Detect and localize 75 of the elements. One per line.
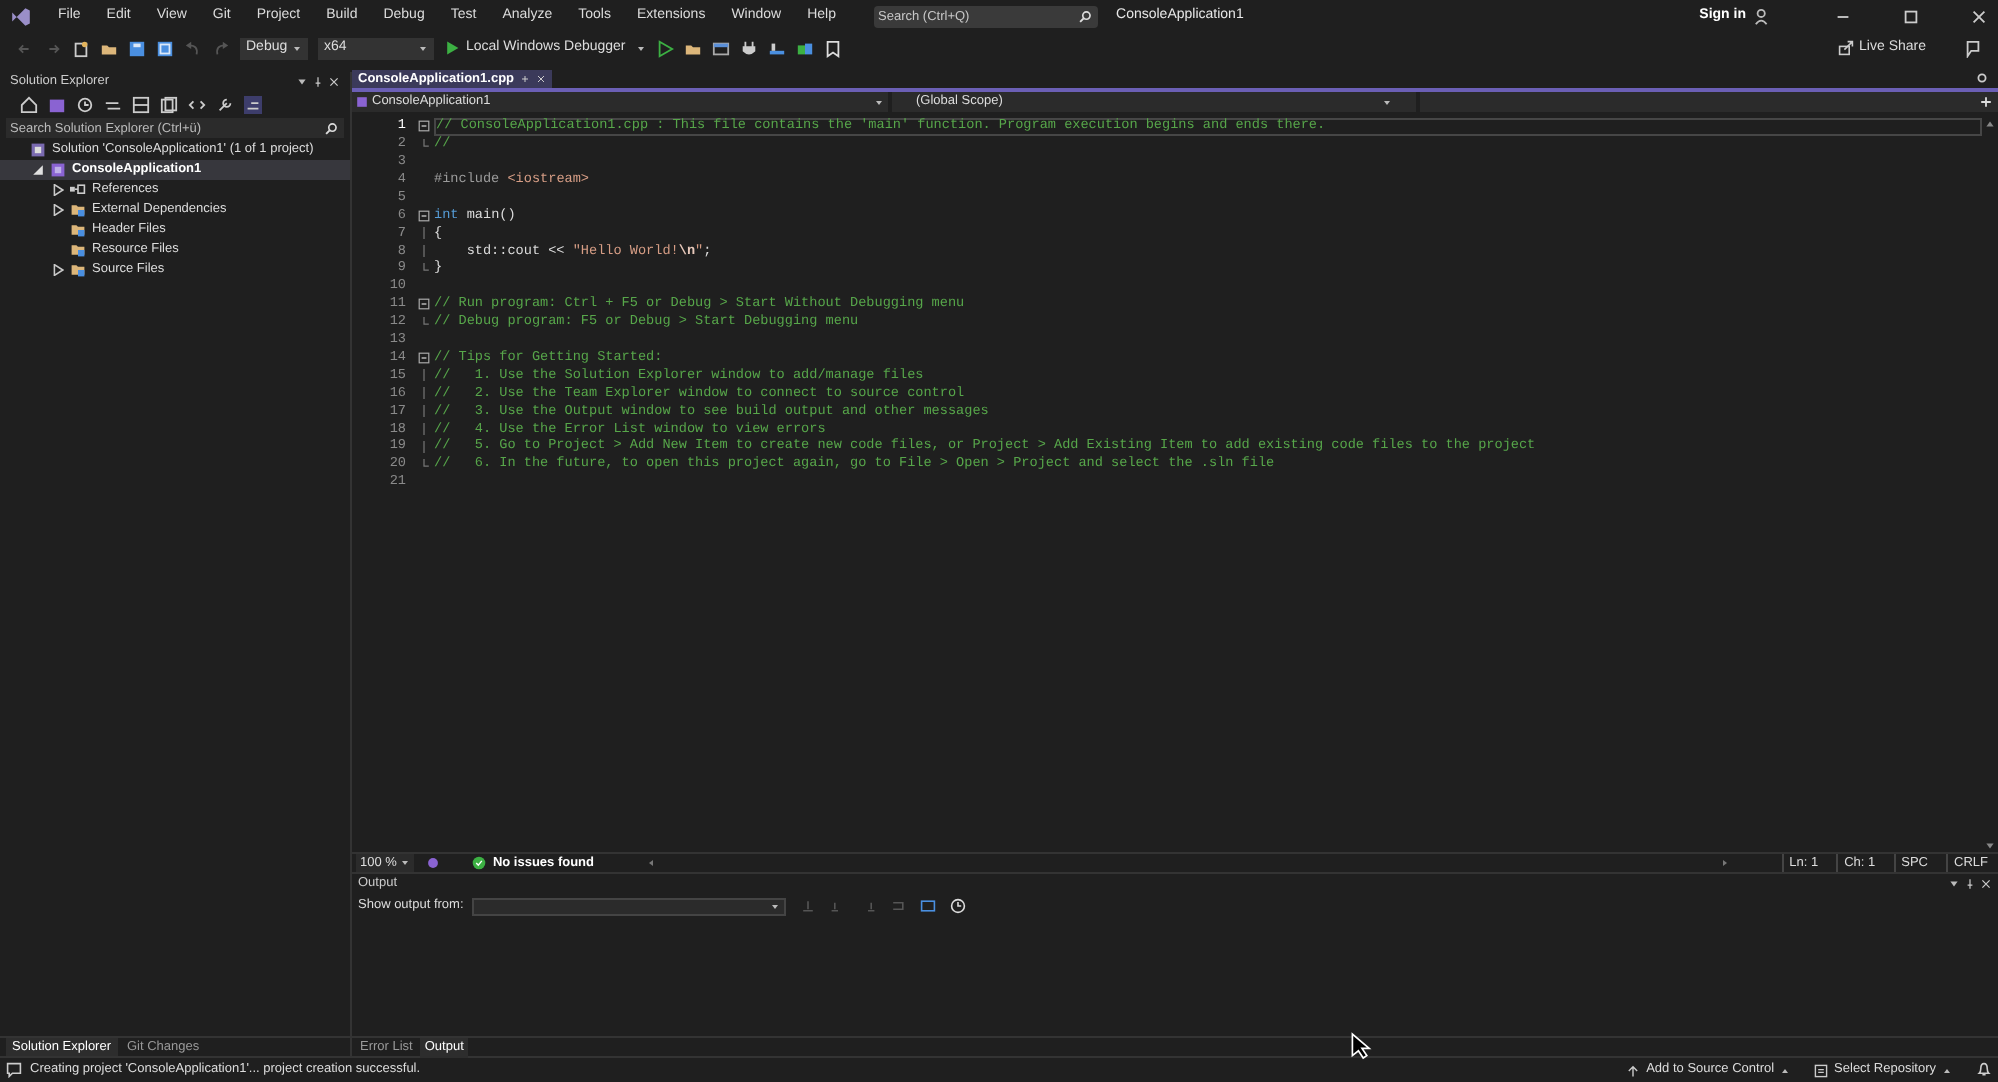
restore-icon[interactable] xyxy=(1902,7,1920,25)
expanded-arrow-icon[interactable] xyxy=(32,164,44,176)
window-icon[interactable] xyxy=(711,39,730,57)
code-icon[interactable] xyxy=(188,96,206,114)
open-folder-icon[interactable] xyxy=(100,39,118,57)
collapse-block-icon[interactable] xyxy=(417,209,429,222)
folder-icon xyxy=(70,202,86,218)
share-icon xyxy=(1837,40,1854,56)
scroll-up-icon xyxy=(1984,118,1996,130)
plug-icon[interactable] xyxy=(739,39,758,57)
caret-icon[interactable] xyxy=(296,76,308,88)
collapsed-arrow-icon[interactable] xyxy=(52,264,64,276)
close-icon[interactable] xyxy=(1980,878,1992,890)
scroll-right-icon xyxy=(1719,858,1730,868)
caret-icon xyxy=(292,43,302,53)
scroll-left-icon xyxy=(646,858,656,868)
history-icon[interactable] xyxy=(76,96,94,114)
collapsed-arrow-icon[interactable] xyxy=(52,204,64,216)
collapse-block-icon[interactable] xyxy=(417,352,429,365)
search-icon xyxy=(1078,9,1093,23)
bookmark-icon[interactable] xyxy=(823,39,842,57)
project-icon xyxy=(356,96,368,108)
references-icon xyxy=(70,182,86,198)
vs-icon[interactable] xyxy=(48,96,66,114)
solution-icon xyxy=(30,142,46,158)
copilot-icon[interactable] xyxy=(426,856,441,870)
bell-icon[interactable] xyxy=(1976,1062,1992,1078)
collapse-block-icon[interactable] xyxy=(417,298,429,311)
caret-icon xyxy=(1382,97,1392,107)
run-without-debugging-icon[interactable] xyxy=(655,39,674,57)
folder-icon xyxy=(70,242,86,258)
pin-icon[interactable] xyxy=(1964,878,1976,890)
logo-icon xyxy=(10,5,32,27)
collapse-icon[interactable] xyxy=(132,96,150,114)
person-icon[interactable] xyxy=(1754,7,1772,25)
check-circle-icon xyxy=(472,856,487,870)
caret-icon xyxy=(400,858,411,868)
mouse-cursor-icon xyxy=(1350,1032,1374,1060)
settings-icon[interactable] xyxy=(1976,72,1988,84)
close-icon[interactable] xyxy=(328,76,340,88)
chart-icon[interactable] xyxy=(767,39,786,57)
caret-up-icon xyxy=(1780,1065,1791,1075)
vertical-scrollbar[interactable] xyxy=(1982,118,1998,852)
message-icon xyxy=(6,1062,22,1078)
save-icon[interactable] xyxy=(128,39,146,57)
close-icon[interactable] xyxy=(536,74,547,84)
new-item-icon[interactable] xyxy=(72,39,90,57)
horizontal-scrollbar[interactable] xyxy=(646,858,1730,868)
wrench-icon[interactable] xyxy=(216,96,234,114)
collapse-block-icon[interactable] xyxy=(417,120,429,133)
search-icon xyxy=(324,121,338,135)
folder-icon xyxy=(70,222,86,238)
preview-icon[interactable] xyxy=(244,96,262,114)
clock-icon[interactable] xyxy=(949,898,966,914)
pin-icon[interactable] xyxy=(520,74,531,84)
folder-icon xyxy=(70,262,86,278)
caret-icon[interactable] xyxy=(635,43,646,53)
caret-icon xyxy=(874,97,884,107)
collapsed-arrow-icon[interactable] xyxy=(52,184,64,196)
home-icon[interactable] xyxy=(20,96,38,114)
repository-icon xyxy=(1814,1063,1829,1077)
files-icon[interactable] xyxy=(160,96,178,114)
add-icon[interactable] xyxy=(1980,96,1992,108)
up-arrow-icon xyxy=(1626,1063,1641,1077)
pin-icon[interactable] xyxy=(312,76,324,88)
caret-icon[interactable] xyxy=(1948,878,1960,890)
caret-icon xyxy=(769,901,780,911)
folder-icon[interactable] xyxy=(683,39,702,57)
caret-icon xyxy=(418,43,428,53)
feedback-icon[interactable] xyxy=(1964,39,1982,57)
project-icon xyxy=(50,162,66,178)
caret-up-icon xyxy=(1942,1065,1952,1075)
play-icon xyxy=(444,40,460,56)
save-all-icon[interactable] xyxy=(156,39,174,57)
close-icon[interactable] xyxy=(1970,7,1988,25)
